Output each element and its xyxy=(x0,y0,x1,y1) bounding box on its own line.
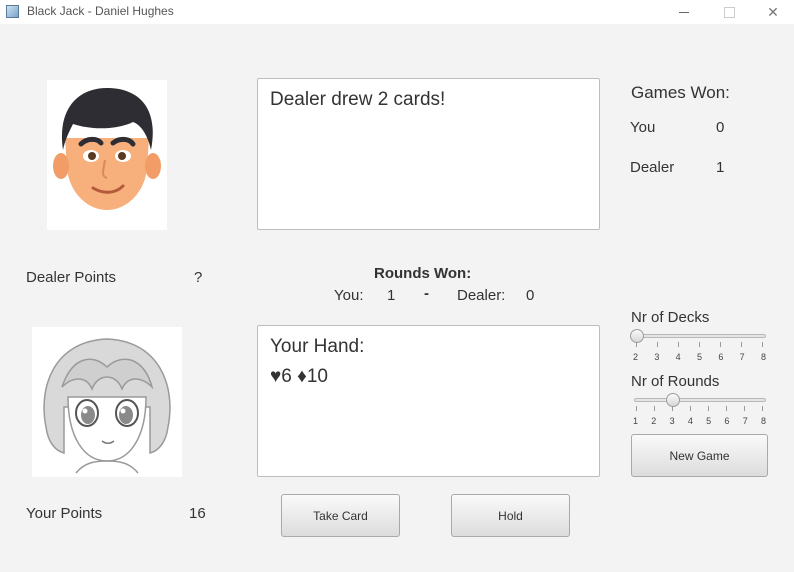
games-dealer-value: 1 xyxy=(716,159,725,176)
take-card-button[interactable]: Take Card xyxy=(281,494,400,537)
close-icon: ✕ xyxy=(767,3,779,20)
hand-panel: Your Hand: ♥6 ♦10 xyxy=(257,325,600,477)
games-you-value: 0 xyxy=(716,119,725,136)
games-you-label: You xyxy=(630,119,656,136)
slider-tick xyxy=(741,342,742,347)
your-points-value: 16 xyxy=(189,505,206,522)
rounds-won-title: Rounds Won: xyxy=(374,265,472,282)
rounds-dealer-value: 0 xyxy=(526,287,535,304)
decks-slider-thumb[interactable] xyxy=(630,329,644,343)
slider-tick-label: 5 xyxy=(696,352,702,362)
slider-tick xyxy=(636,406,637,411)
rounds-setting-label: Nr of Rounds xyxy=(631,373,720,390)
slider-tick xyxy=(762,406,763,411)
slider-tick xyxy=(708,406,709,411)
new-game-button[interactable]: New Game xyxy=(631,434,768,477)
minimize-icon xyxy=(679,11,689,13)
hand-cards: ♥6 ♦10 xyxy=(270,366,328,387)
hold-button[interactable]: Hold xyxy=(451,494,570,537)
decks-slider[interactable] xyxy=(631,334,766,338)
slider-tick xyxy=(726,406,727,411)
anime-girl-icon xyxy=(43,338,171,474)
slider-tick-label: 7 xyxy=(742,416,748,426)
dealer-face-icon xyxy=(53,88,161,210)
slider-tick-label: 2 xyxy=(651,416,657,426)
games-dealer-label: Dealer xyxy=(630,159,675,176)
close-button[interactable]: ✕ xyxy=(750,0,794,24)
message-text: Dealer drew 2 cards! xyxy=(270,89,446,110)
app-window-icon xyxy=(6,5,19,18)
slider-tick xyxy=(690,406,691,411)
slider-tick xyxy=(636,342,637,347)
decks-ticks xyxy=(636,342,763,347)
maximize-button[interactable] xyxy=(706,0,752,24)
slider-tick-label: 3 xyxy=(654,352,660,362)
rounds-separator: - xyxy=(424,285,429,302)
rounds-ticks xyxy=(636,406,763,411)
rounds-slider-thumb[interactable] xyxy=(666,393,680,407)
dealer-avatar xyxy=(47,80,167,230)
decks-label: Nr of Decks xyxy=(631,309,710,326)
slider-tick-label: 1 xyxy=(633,416,639,426)
slider-tick xyxy=(744,406,745,411)
slider-tick xyxy=(657,342,658,347)
slider-tick xyxy=(654,406,655,411)
slider-tick xyxy=(672,406,673,411)
slider-tick xyxy=(699,342,700,347)
maximize-icon xyxy=(723,6,735,18)
games-won-title: Games Won: xyxy=(631,83,730,102)
slider-tick-label: 3 xyxy=(669,416,675,426)
rounds-slider[interactable] xyxy=(634,398,766,402)
message-panel: Dealer drew 2 cards! xyxy=(257,78,600,230)
decks-tick-labels: 2 3 4 5 6 7 8 xyxy=(633,352,766,362)
slider-tick-label: 6 xyxy=(718,352,724,362)
title-bar: Black Jack - Daniel Hughes ✕ xyxy=(0,0,794,24)
slider-tick xyxy=(720,342,721,347)
slider-tick-label: 2 xyxy=(633,352,639,362)
dealer-points-label: Dealer Points xyxy=(26,269,117,286)
slider-tick-label: 8 xyxy=(760,416,766,426)
rounds-you-value: 1 xyxy=(387,287,396,304)
slider-tick-label: 5 xyxy=(706,416,712,426)
slider-tick-label: 6 xyxy=(724,416,730,426)
minimize-button[interactable] xyxy=(661,0,707,24)
slider-tick xyxy=(678,342,679,347)
slider-tick-label: 8 xyxy=(760,352,766,362)
rounds-dealer-label: Dealer: xyxy=(457,287,506,304)
rounds-tick-labels: 1 2 3 4 5 6 7 8 xyxy=(633,416,766,426)
player-avatar xyxy=(32,327,182,477)
window-title: Black Jack - Daniel Hughes xyxy=(27,4,174,18)
your-points-label: Your Points xyxy=(26,505,103,522)
slider-tick xyxy=(762,342,763,347)
slider-tick-label: 4 xyxy=(675,352,681,362)
hand-title: Your Hand: xyxy=(270,336,365,357)
slider-tick-label: 7 xyxy=(739,352,745,362)
rounds-you-label: You: xyxy=(334,287,364,304)
slider-tick-label: 4 xyxy=(687,416,693,426)
dealer-points-value: ? xyxy=(194,269,203,286)
